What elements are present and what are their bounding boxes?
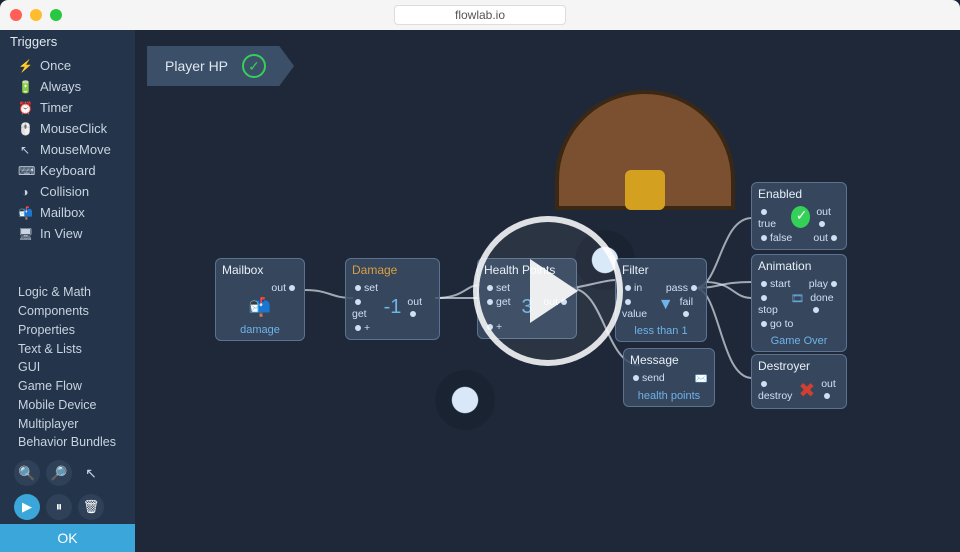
trigger-mousemove[interactable]: ↖ MouseMove [0, 139, 135, 160]
trash-button[interactable]: 🗑 [78, 494, 104, 520]
minimize-icon[interactable] [30, 9, 42, 21]
titlebar: flowlab.io [0, 0, 960, 30]
battery-icon: 🔋 [18, 80, 32, 94]
node-message[interactable]: Message send✉️ health points [623, 348, 715, 407]
bundle-tab[interactable]: Player HP ✓ [147, 46, 294, 86]
node-mailbox[interactable]: Mailbox out 📬 damage [215, 258, 305, 341]
behavior-canvas[interactable]: Player HP ✓ Mailbox out 📬 damage [135, 30, 960, 552]
collision-icon: ◑ [18, 185, 32, 199]
trigger-label: MouseClick [40, 121, 107, 136]
keyboard-icon: ⌨ [18, 164, 32, 178]
pause-button[interactable]: ⏸ [46, 494, 72, 520]
cat-behavior-bundles[interactable]: Behavior Bundles [18, 433, 125, 452]
cat-game-flow[interactable]: Game Flow [18, 377, 125, 396]
cat-properties[interactable]: Properties [18, 321, 125, 340]
node-title: Mailbox [222, 263, 298, 277]
node-sub: damage [222, 324, 298, 336]
triggers-header: Triggers [0, 30, 135, 53]
cat-mobile-device[interactable]: Mobile Device [18, 396, 125, 415]
trigger-label: Mailbox [40, 205, 85, 220]
trigger-label: Timer [40, 100, 73, 115]
trigger-once[interactable]: ⚡ Once [0, 55, 135, 76]
node-filter[interactable]: Filter inpass value▼fail less than 1 [615, 258, 707, 342]
trigger-keyboard[interactable]: ⌨ Keyboard [0, 160, 135, 181]
node-enabled[interactable]: Enabled trueout falseout [751, 182, 847, 250]
trigger-collision[interactable]: ◑ Collision [0, 181, 135, 202]
url-field[interactable]: flowlab.io [394, 5, 566, 25]
close-icon[interactable] [10, 9, 22, 21]
node-sub: Game Over [758, 335, 840, 347]
node-title: Animation [758, 259, 840, 273]
node-title: Destroyer [758, 359, 840, 373]
zoom-out-icon[interactable]: 🔎 [46, 460, 72, 486]
trigger-label: Keyboard [40, 163, 96, 178]
category-list: Logic & Math Components Properties Text … [0, 279, 135, 456]
sidebar: Triggers ⚡ Once 🔋 Always ⏰ Timer 🖱️ MouseCli… [0, 30, 135, 552]
trigger-mouseclick[interactable]: 🖱️ MouseClick [0, 118, 135, 139]
trigger-label: MouseMove [40, 142, 111, 157]
cat-text-lists[interactable]: Text & Lists [18, 340, 125, 359]
bg-eye [435, 370, 495, 430]
bolt-icon: ⚡ [18, 59, 32, 73]
node-title: Message [630, 353, 708, 367]
node-destroyer[interactable]: Destroyer destroy✖out [751, 354, 847, 409]
trigger-always[interactable]: 🔋 Always [0, 76, 135, 97]
mouse-icon: 🖱️ [18, 122, 32, 136]
cat-components[interactable]: Components [18, 302, 125, 321]
node-animation[interactable]: Animation startplay stop🎞done go to Game… [751, 254, 847, 352]
trigger-label: Always [40, 79, 81, 94]
trigger-mailbox[interactable]: 📬 Mailbox [0, 202, 135, 223]
check-icon: ✓ [242, 54, 266, 78]
trigger-label: Once [40, 58, 71, 73]
bg-lock-icon [625, 170, 665, 210]
node-title: Enabled [758, 187, 840, 201]
envelope-icon: ✉️ [695, 372, 708, 385]
maximize-icon[interactable] [50, 9, 62, 21]
mailbox-icon: 📬 [222, 295, 298, 320]
node-title: Filter [622, 263, 700, 277]
cat-logic-math[interactable]: Logic & Math [18, 283, 125, 302]
trigger-timer[interactable]: ⏰ Timer [0, 97, 135, 118]
ok-button[interactable]: OK [0, 524, 135, 552]
mailbox-icon: 📬 [18, 206, 32, 220]
node-sub: less than 1 [622, 325, 700, 337]
film-icon: 🎞 [791, 292, 804, 316]
cat-multiplayer[interactable]: Multiplayer [18, 415, 125, 434]
cursor-tool-icon[interactable]: ↖ [78, 460, 104, 486]
cursor-icon: ↖ [18, 143, 32, 157]
zoom-in-icon[interactable]: 🔍 [14, 460, 40, 486]
play-icon [530, 259, 578, 323]
bundle-title: Player HP [165, 58, 228, 74]
trigger-label: In View [40, 226, 82, 241]
trigger-inview[interactable]: 🖥 In View [0, 223, 135, 244]
node-damage[interactable]: Damage set get-1out + [345, 258, 440, 340]
funnel-icon: ▼ [658, 296, 674, 320]
node-title: Damage [352, 263, 433, 277]
trigger-label: Collision [40, 184, 89, 199]
x-icon: ✖ [798, 378, 815, 403]
monitor-icon: 🖥 [18, 227, 32, 241]
video-play-button[interactable] [473, 216, 623, 366]
check-icon [791, 206, 811, 228]
play-button[interactable]: ▶ [14, 494, 40, 520]
node-sub: health points [630, 390, 708, 402]
cat-gui[interactable]: GUI [18, 358, 125, 377]
clock-icon: ⏰ [18, 101, 32, 115]
